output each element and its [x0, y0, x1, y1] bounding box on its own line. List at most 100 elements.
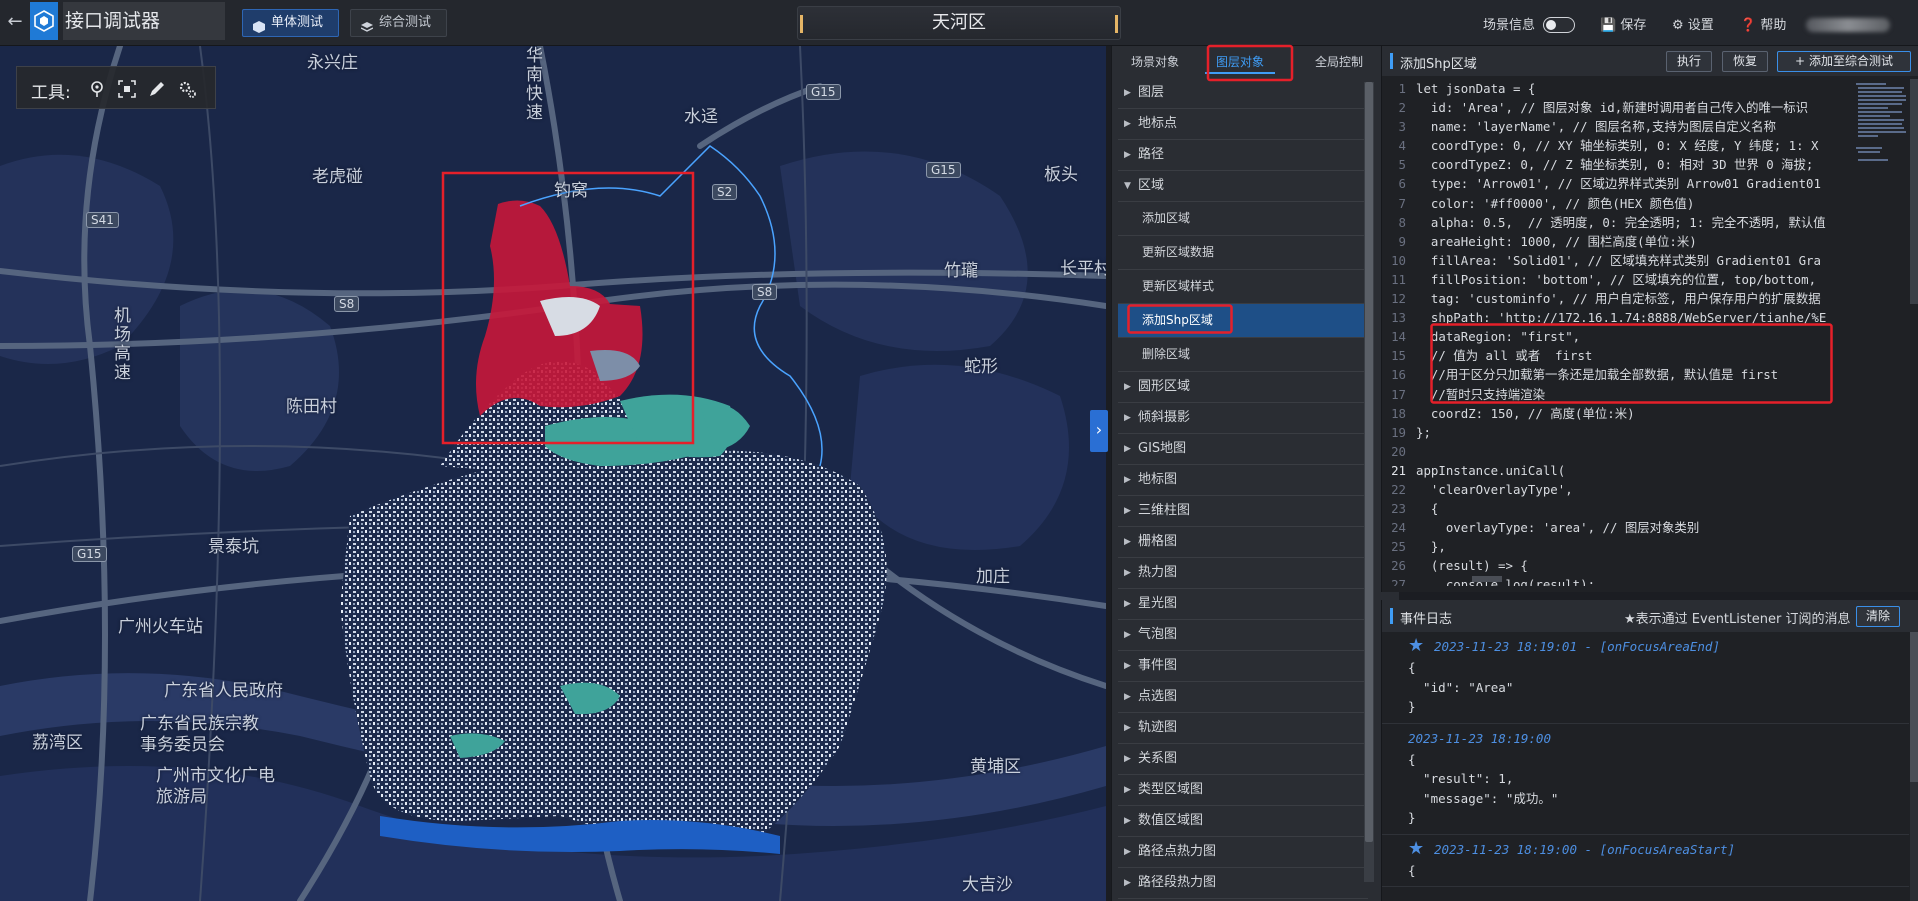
caret-right-icon: ▶	[1124, 382, 1131, 392]
tab-global-control[interactable]: 全局控制	[1304, 52, 1374, 74]
place-label: 加庄	[976, 567, 1010, 587]
code-line: 22 'clearOverlayType',	[1382, 480, 1852, 499]
tree-child-item[interactable]: 删除区域	[1118, 338, 1368, 372]
tree-category-item[interactable]: ▶ 气泡图	[1118, 620, 1368, 651]
tree-category-item[interactable]: ▶ 事件图	[1118, 651, 1368, 682]
tree-category-item[interactable]: ▶ 数值区域图	[1118, 806, 1368, 837]
code-line: 11 fillPosition: 'bottom', // 区域填充的位置, t…	[1382, 270, 1852, 289]
reset-button[interactable]: 恢复	[1722, 51, 1768, 72]
tab-integration-test[interactable]: 综合测试	[350, 9, 447, 37]
caret-right-icon: ▶	[1124, 444, 1131, 454]
clear-log-button[interactable]: 清除	[1856, 606, 1900, 627]
code-scrollbar[interactable]	[1910, 79, 1918, 304]
settings-button[interactable]: ⚙ 设置	[1672, 14, 1714, 33]
tree-scrollbar-thumb[interactable]	[1365, 82, 1373, 842]
log-entry-body: {	[1408, 862, 1416, 878]
tree-category-item[interactable]: ▶ 热力图	[1118, 558, 1368, 589]
place-label: 蛇形	[964, 357, 998, 377]
tree-category-item[interactable]: ▶ 点选图	[1118, 682, 1368, 713]
code-line: 12 tag: 'custominfo', // 用户自定标签, 用户保存用户的…	[1382, 289, 1852, 308]
event-log-list: ★ 2023-11-23 18:19:01 - [onFocusAreaEnd] {…	[1382, 632, 1909, 901]
line-number: 2	[1398, 100, 1406, 116]
tree-category-item[interactable]: ▶ 三维柱图	[1118, 496, 1368, 527]
header-accent-bar	[1390, 53, 1393, 69]
code-line-text: id: 'Area', // 图层对象 id,新建时调用者自己传入的唯一标识	[1416, 100, 1809, 116]
tree-category-item[interactable]: ▶ 路径点热力图	[1118, 837, 1368, 868]
line-number: 13	[1391, 310, 1406, 326]
map-toolbox: 工具:	[16, 66, 216, 109]
tree-category-item[interactable]: ▶ 路径	[1118, 140, 1368, 171]
help-button[interactable]: ❓ 帮助	[1740, 14, 1786, 33]
tree-item-label: 删除区域	[1142, 347, 1191, 361]
log-entry: ★ 2023-11-23 18:19:01 - [onFocusAreaEnd] {…	[1382, 632, 1909, 724]
tree-category-item[interactable]: ▶ 路径段热力图	[1118, 868, 1368, 899]
code-line: 8 alpha: 0.5, // 透明度, 0: 完全透明; 1: 完全不透明,…	[1382, 213, 1852, 232]
place-label: 景泰坑	[208, 537, 259, 557]
tree-category-item[interactable]: ▶ 倾斜摄影	[1118, 403, 1368, 434]
tree-category-item[interactable]: ▶ 地标点	[1118, 109, 1368, 140]
tree-category-item[interactable]: ▼ 区域	[1118, 171, 1368, 202]
pen-icon[interactable]	[147, 79, 167, 99]
tree-category-item[interactable]: ▶ 栅格图	[1118, 527, 1368, 558]
tree-child-item[interactable]: 更新区域样式	[1118, 270, 1368, 304]
line-number: 11	[1391, 271, 1406, 287]
tree-category-item[interactable]: ▶ GIS地图	[1118, 434, 1368, 465]
code-line-text: {	[1416, 501, 1439, 517]
tab-scene-objects[interactable]: 场景对象	[1120, 52, 1190, 74]
tree-item-label: 添加区域	[1142, 211, 1191, 225]
tree-child-item[interactable]: 添加区域	[1118, 202, 1368, 236]
code-line-text: overlayType: 'area', // 图层对象类别	[1416, 520, 1700, 536]
code-horizontal-scrollbar[interactable]	[1472, 576, 1902, 584]
code-editor-panel: 添加Shp区域 执行 恢复 + 添加至综合测试 1 let jsonData = …	[1381, 46, 1918, 592]
place-label: 广州市文化广电旅游局	[156, 766, 275, 807]
tree-category-item[interactable]: ▶ 星光图	[1118, 589, 1368, 620]
tree-category-item[interactable]: ▶ 圆形区域	[1118, 372, 1368, 403]
focus-frame-icon[interactable]	[117, 79, 137, 99]
code-line-text: color: '#ff0000', // 颜色(HEX 颜色值)	[1416, 195, 1695, 211]
back-arrow-icon[interactable]: ←	[4, 10, 26, 34]
code-minimap[interactable]	[1852, 79, 1910, 209]
highway-shield: S8	[334, 296, 360, 312]
log-scrollbar[interactable]	[1910, 632, 1918, 901]
tree-item-label: 地标点	[1138, 116, 1178, 131]
caret-right-icon: ▶	[1124, 119, 1131, 129]
log-scrollbar-thumb[interactable]	[1910, 632, 1918, 782]
code-line-text: appInstance.uniCall(	[1416, 462, 1566, 478]
log-entry-time: 2023-11-23 18:19:01 - [onFocusAreaEnd]	[1434, 639, 1720, 654]
run-button[interactable]: 执行	[1666, 51, 1712, 72]
tree-category-item[interactable]: ▶ 地标图	[1118, 465, 1368, 496]
plus-icon: +	[1795, 54, 1806, 68]
header-accent-bar	[1390, 608, 1393, 624]
user-avatar[interactable]	[1806, 18, 1890, 32]
expand-panel-chevron-icon[interactable]: ›	[1090, 410, 1108, 452]
map-viewport[interactable]: 永兴庄 水迳 老虎碰 钓窝 板头 竹瓏 长平村 蛇形 陈田村 景泰坑 加庄 广州…	[0, 46, 1106, 901]
place-label: 长平村	[1060, 259, 1106, 279]
line-number: 24	[1391, 520, 1406, 536]
gear-cluster-icon[interactable]	[177, 79, 197, 99]
tree-child-item[interactable]: 更新区域数据	[1118, 236, 1368, 270]
code-line: 23 {	[1382, 499, 1852, 518]
caret-right-icon: ▶	[1124, 475, 1131, 485]
event-log-hint: ★表示通过 EventListener 订阅的消息	[1624, 612, 1851, 627]
location-pin-icon[interactable]	[87, 79, 107, 99]
star-icon: ★	[1408, 837, 1425, 859]
tree-scrollbar[interactable]	[1364, 82, 1374, 882]
place-label: 陈田村	[286, 397, 337, 417]
code-line: 1 let jsonData = {	[1382, 79, 1852, 98]
tree-item-label: 倾斜摄影	[1138, 410, 1191, 425]
tree-category-item[interactable]: ▶ 轨迹图	[1118, 713, 1368, 744]
tree-item-label: 星光图	[1138, 596, 1178, 611]
save-button[interactable]: 💾 保存	[1600, 14, 1646, 33]
code-line: 26 (result) => {	[1382, 556, 1852, 575]
add-to-integration-button[interactable]: + 添加至综合测试	[1777, 51, 1911, 72]
code-highlight-box	[1430, 323, 1833, 404]
tree-category-item[interactable]: ▶ 类型区域图	[1118, 775, 1368, 806]
code-hscroll-thumb[interactable]	[1472, 576, 1502, 582]
settings-label: 设置	[1687, 18, 1714, 33]
star-icon: ★	[1408, 635, 1425, 656]
tree-category-item[interactable]: ▶ 关系图	[1118, 744, 1368, 775]
scene-info-toggle[interactable]	[1543, 17, 1575, 33]
caret-right-icon: ▶	[1124, 692, 1131, 702]
tree-category-item[interactable]: ▶ 图层	[1118, 78, 1368, 109]
tab-unit-test[interactable]: 单体测试	[242, 9, 339, 37]
